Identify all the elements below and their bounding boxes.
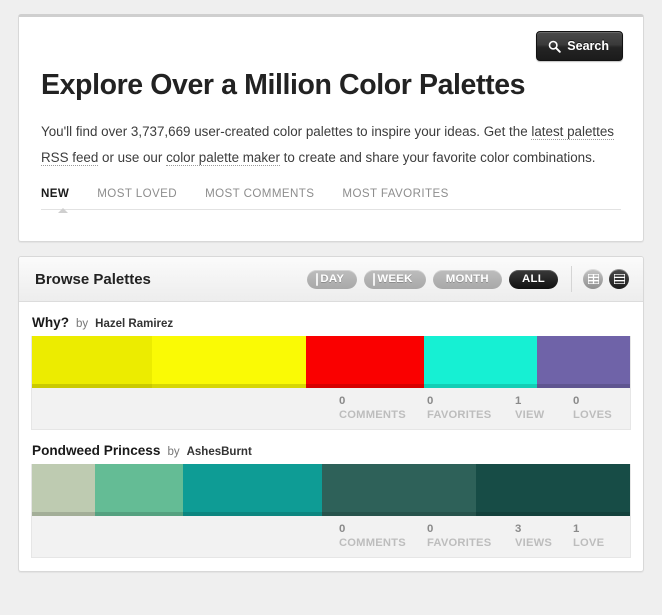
page-title: Explore Over a Million Color Palettes bbox=[41, 69, 621, 102]
palette-item: Why?byHazel Ramirez0COMMENTS0FAVORITES1V… bbox=[31, 315, 631, 430]
tab-new[interactable]: NEW bbox=[41, 187, 69, 200]
stat-label: FAVORITES bbox=[427, 536, 514, 550]
grid-view-icon[interactable] bbox=[583, 269, 603, 289]
palette-header: Pondweed Princess by AshesBurnt bbox=[31, 443, 631, 464]
color-swatch[interactable] bbox=[424, 336, 536, 388]
desc-text-3: to create and share your favorite color … bbox=[280, 150, 596, 165]
stat-label: LOVES bbox=[573, 408, 630, 422]
palette-swatches[interactable] bbox=[31, 336, 631, 388]
stat-value: 0 bbox=[573, 394, 630, 408]
stat-favorites: 0FAVORITES bbox=[426, 522, 514, 550]
stat-label: COMMENTS bbox=[339, 536, 426, 550]
palette-item: Pondweed Princess by AshesBurnt 0COMMENTS0F… bbox=[31, 443, 631, 558]
hero-description: You'll find over 3,737,669 user-created … bbox=[41, 119, 621, 171]
palette-list: Why?byHazel Ramirez0COMMENTS0FAVORITES1V… bbox=[19, 302, 643, 558]
sort-tabs: NEW MOST LOVED MOST COMMENTS MOST FAVORI… bbox=[41, 187, 621, 210]
color-swatch[interactable] bbox=[152, 336, 306, 388]
tab-most-comments[interactable]: MOST COMMENTS bbox=[205, 187, 314, 200]
stat-label: LOVE bbox=[573, 536, 630, 550]
stat-love: 1LOVE bbox=[572, 522, 630, 550]
list-view-icon[interactable] bbox=[609, 269, 629, 289]
palette-name[interactable]: Pondweed Princess bbox=[32, 443, 160, 458]
palette-header: Why? by Hazel Ramirez bbox=[31, 315, 631, 336]
browse-title: Browse Palettes bbox=[35, 271, 307, 288]
desc-text-2: or use our bbox=[98, 150, 166, 165]
filter-month[interactable]: MONTH bbox=[433, 270, 502, 289]
browse-palettes-card: Browse Palettes DAY WEEK MONTH ALL bbox=[18, 256, 644, 572]
color-swatch[interactable] bbox=[32, 336, 152, 388]
filter-day[interactable]: DAY bbox=[307, 270, 357, 289]
stat-label: VIEW bbox=[515, 408, 572, 422]
stat-label: COMMENTS bbox=[339, 408, 426, 422]
filter-all[interactable]: ALL bbox=[509, 270, 558, 289]
search-button[interactable]: Search bbox=[536, 31, 623, 61]
stat-loves: 0LOVES bbox=[572, 394, 630, 422]
tab-most-loved[interactable]: MOST LOVED bbox=[97, 187, 177, 200]
stat-value: 0 bbox=[339, 394, 426, 408]
search-button-label: Search bbox=[567, 39, 609, 53]
stat-value: 0 bbox=[427, 522, 514, 536]
stat-value: 1 bbox=[573, 522, 630, 536]
active-tab-caret-icon bbox=[58, 208, 68, 213]
stat-views: 3VIEWS bbox=[514, 522, 572, 550]
palette-swatches[interactable] bbox=[31, 464, 631, 516]
stat-label: VIEWS bbox=[515, 536, 572, 550]
color-palette-maker-link[interactable]: color palette maker bbox=[166, 150, 280, 166]
stat-label: FAVORITES bbox=[427, 408, 514, 422]
browse-header: Browse Palettes DAY WEEK MONTH ALL bbox=[19, 257, 643, 302]
palette-stats: 0COMMENTS0FAVORITES3VIEWS1LOVE bbox=[31, 516, 631, 558]
color-swatch[interactable] bbox=[183, 464, 322, 516]
tab-most-favorites[interactable]: MOST FAVORITES bbox=[342, 187, 448, 200]
color-swatch[interactable] bbox=[95, 464, 184, 516]
color-swatch[interactable] bbox=[476, 464, 630, 516]
palette-author[interactable]: AshesBurnt bbox=[187, 446, 252, 458]
color-swatch[interactable] bbox=[32, 464, 95, 516]
filter-week[interactable]: WEEK bbox=[364, 270, 425, 289]
palette-name[interactable]: Why? bbox=[32, 315, 69, 330]
palette-author[interactable]: Hazel Ramirez bbox=[95, 318, 173, 330]
stat-comments: 0COMMENTS bbox=[338, 522, 426, 550]
page-root: Search Explore Over a Million Color Pale… bbox=[0, 0, 662, 615]
stat-value: 3 bbox=[515, 522, 572, 536]
toolbar-divider bbox=[571, 266, 572, 292]
stat-value: 1 bbox=[515, 394, 572, 408]
color-swatch[interactable] bbox=[537, 336, 630, 388]
color-swatch[interactable] bbox=[306, 336, 424, 388]
view-mode-toggles bbox=[583, 269, 629, 289]
hero-card: Search Explore Over a Million Color Pale… bbox=[18, 14, 644, 242]
stat-value: 0 bbox=[339, 522, 426, 536]
palette-by-word: by bbox=[167, 446, 179, 458]
search-icon bbox=[548, 40, 561, 53]
palette-by-word: by bbox=[76, 318, 88, 330]
stat-value: 0 bbox=[427, 394, 514, 408]
timeframe-filters: DAY WEEK MONTH ALL bbox=[307, 270, 558, 289]
stat-comments: 0COMMENTS bbox=[338, 394, 426, 422]
stat-favorites: 0FAVORITES bbox=[426, 394, 514, 422]
palette-stats: 0COMMENTS0FAVORITES1VIEW0LOVES bbox=[31, 388, 631, 430]
desc-text-1: You'll find over 3,737,669 user-created … bbox=[41, 124, 531, 139]
color-swatch[interactable] bbox=[322, 464, 476, 516]
stat-view: 1VIEW bbox=[514, 394, 572, 422]
